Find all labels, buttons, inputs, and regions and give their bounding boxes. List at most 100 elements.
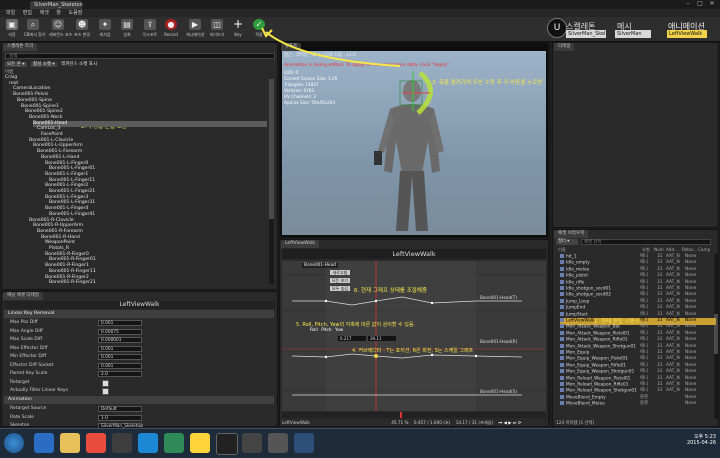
detail-label: Retarget [10,379,30,385]
anim-editor-tab[interactable]: LeftViewWalk [281,240,319,248]
menu-edit[interactable]: 편집 [23,9,32,17]
speed-menu[interactable]: x1.0 [346,53,355,58]
detail-value-input[interactable]: Default [98,406,142,412]
detail-label: Max Effector Diff [10,345,48,351]
ref-pose-button[interactable]: ☺ 레퍼런스 포즈 [49,18,72,40]
find-in-cb-button[interactable]: ⌕ CB에서 찾기 [24,18,46,40]
save-button[interactable]: ▣ 저장 [3,18,21,40]
tree-scroll-thumb[interactable] [269,79,274,219]
catchup-button[interactable]: ✦ 캐치업 [96,18,114,40]
anim-asset-label: Mon_Attack_Weapon_Shotgun01 [566,344,636,350]
explorer-icon[interactable] [60,433,80,453]
all-bones-dropdown[interactable]: 모든 본 ▾ [5,62,27,67]
maximize-icon[interactable]: □ [694,0,706,8]
clock[interactable]: 오후 5:23 2015-04-26 [680,433,716,446]
viewport-scene[interactable]: 원근 · 라이팅 · 표시 · LOD 자동 · x1.0 Animation … [282,51,546,235]
export-button[interactable]: ⇪ 익스포트 [141,18,159,40]
hide-all-button[interactable]: 모두 숨김 [330,286,350,291]
curve-editor[interactable]: Bone001-Head 새로고침 모든 보기 모두 숨김 6. 현재 그래프 … [282,261,546,411]
unreal-logo-icon: U [547,18,567,38]
menu-window[interactable]: 창 [56,9,61,17]
change-pose-button[interactable]: ☻ 포즈 변경 [73,18,91,40]
tree-scrollbar[interactable] [269,79,274,284]
detail-checkbox[interactable] [102,379,109,387]
roll-label[interactable]: Roll [310,328,318,333]
plus-icon: + [232,17,244,31]
detail-checkbox[interactable] [102,388,109,395]
channel-translation[interactable]: Bone001-Head(T) [480,295,517,300]
refresh-button[interactable]: 새로고침 [330,270,350,275]
timeline-scrubber[interactable] [282,412,546,418]
detail-value-input[interactable]: 2.0 [98,371,142,377]
right-details-tab[interactable]: 디테일 [554,43,575,51]
minimize-icon[interactable]: – [682,0,694,8]
asset-browser-tab[interactable]: 애셋 브라우저 [554,230,589,238]
bone-search-input[interactable]: 검색 [5,53,275,59]
chrome-icon[interactable] [164,433,184,453]
yaw-label[interactable]: Yaw [335,328,343,333]
pitch-label[interactable]: Pitch [321,328,331,333]
kakao-icon[interactable] [190,433,210,453]
skeleton-asset-box[interactable]: SilverMan_Skel [566,30,606,38]
lighting-menu[interactable]: 라이팅 [296,53,308,58]
show-all-button[interactable]: 모든 보기 [330,278,350,283]
animation-asset-box[interactable]: LeftViewWalk [667,30,707,38]
detail-value-input[interactable]: 0.001 [98,362,142,369]
photoshop-icon[interactable] [294,433,314,453]
skeleton-tree-tab[interactable]: 스켈레톤 트리 [3,43,38,51]
animation-section[interactable]: Animation [4,396,274,404]
detail-value-input[interactable]: 0.001 [98,345,142,352]
menu-asset[interactable]: 에셋 [40,9,49,17]
show-menu[interactable]: 표시 [312,53,320,58]
compress-button[interactable]: ▤ 압축 [118,18,136,40]
playhead[interactable] [400,412,402,418]
detail-value-input[interactable]: 0.000001 [98,337,142,343]
anim-asset-item[interactable]: MoveBlend_Melee 블렌 None [560,401,716,408]
tree-filters: 모든 본 ▾ 활성 소켓 ▾ 레퍼런스 소켓 표시 [5,61,97,67]
apply-button[interactable]: ✓ 적용 [250,18,268,40]
unreal-editor-icon[interactable] [242,433,262,453]
record-button[interactable]: ● Record [162,18,180,40]
key-button[interactable]: + Key [229,18,247,40]
detail-row: Min Effector Diff 0.001 [6,353,274,361]
epic-launcher-icon[interactable] [216,433,238,455]
detail-value-input[interactable]: 1.0 [98,414,142,421]
menu-file[interactable]: 파일 [6,9,15,17]
anim-sequence-icon [560,356,564,361]
detail-label: Max Scale Diff [10,337,43,342]
window-tab[interactable]: SilverMan_Skeleton [30,1,83,9]
detail-label: Max Pos Diff [10,320,38,325]
media-icon[interactable] [86,433,106,453]
mesh-asset-box[interactable]: SilverMan [615,30,651,38]
filter-dropdown[interactable]: 필터 ▾ [556,239,578,245]
unreal-editor2-icon[interactable] [268,433,288,453]
detail-value-input[interactable]: 0.001 [98,354,142,360]
channel-scale[interactable]: Bone001-Head(S) [480,389,517,394]
x-value-input[interactable]: 0.217 [338,336,366,341]
menu-help[interactable]: 도움말 [69,9,83,17]
animation-button[interactable]: ▶ 애니메이션 [186,18,204,40]
playback-controls[interactable]: ⏮ ◀ ▶ ⏭ ⟳ [499,420,522,425]
channel-rotation[interactable]: Bone001-Head(R) [480,339,517,344]
status-percent: 45.71 % [391,420,409,425]
active-sockets-dropdown[interactable]: 활성 소켓 ▾ [30,62,57,67]
asset-search-input[interactable]: 애셋 검색 [581,239,711,245]
lod-menu[interactable]: LOD 자동 [324,53,342,58]
messenger-icon[interactable] [138,433,158,453]
close-icon[interactable]: ✕ [706,0,718,8]
anim-sequence-icon [560,254,564,258]
detail-value-input[interactable]: 0.00075 [98,328,142,335]
details-tab[interactable]: 애님 에셋 디테일 [3,292,43,300]
y-value-input[interactable]: 39.11 [368,336,396,341]
ie-icon[interactable] [34,433,54,453]
ref-socket-checkbox[interactable]: 레퍼런스 소켓 표시 [61,62,97,67]
app-icon[interactable] [112,433,132,453]
start-button-icon[interactable] [4,433,24,453]
detail-value-input[interactable]: 0.001 [98,320,142,326]
preview-button[interactable]: ◫ 미리보기 [208,18,226,40]
bone-tree-item[interactable]: Bone001-R-Finger21 [49,280,267,286]
pose-icon: ☺ [52,19,64,30]
perspective-menu[interactable]: 원근 [284,53,292,58]
viewport-tab[interactable]: 뷰포트 [281,43,302,51]
key-removal-section[interactable]: Linear Key Removal [4,310,274,318]
